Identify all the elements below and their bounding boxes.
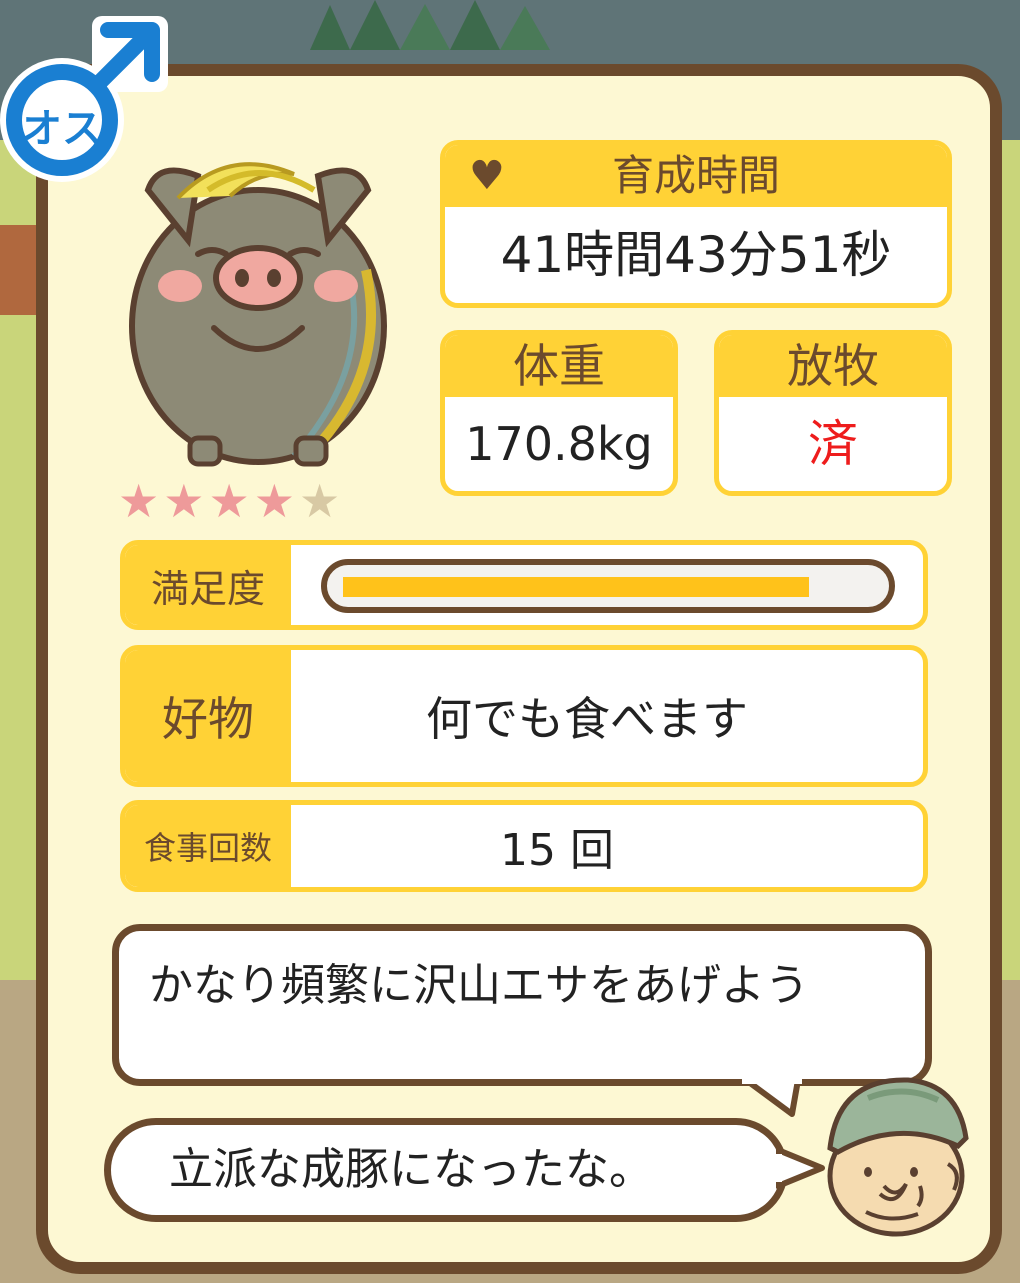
weight-value: 170.8kg bbox=[465, 417, 653, 471]
raise-time-value: 41時間43分51秒 bbox=[500, 226, 892, 284]
satisfaction-gauge-fill bbox=[343, 577, 809, 597]
grazing-box: 放牧 済 bbox=[714, 330, 952, 496]
raise-time-header: ♥ 育成時間 bbox=[445, 145, 947, 207]
meal-count-label: 食事回数 bbox=[125, 805, 291, 887]
advice-text: かなり頻繁に沢山エサをあげよう bbox=[149, 960, 809, 1011]
gender-label: オス bbox=[22, 106, 102, 152]
advice-bubble-tail bbox=[742, 1078, 802, 1117]
favorite-food-label: 好物 bbox=[125, 650, 291, 782]
advice-bubble: かなり頻繁に沢山エサをあげよう bbox=[112, 924, 932, 1086]
heart-icon: ♥ bbox=[469, 153, 505, 199]
raise-time-label: 育成時間 bbox=[611, 151, 780, 200]
pig-icon bbox=[129, 162, 387, 467]
star-icon: ★ bbox=[118, 474, 160, 528]
raise-time-box: ♥ 育成時間 41時間43分51秒 bbox=[440, 140, 952, 308]
satisfaction-label: 満足度 bbox=[125, 545, 291, 625]
farmer-quote-text: 立派な成豚になったな。 bbox=[169, 1144, 653, 1195]
satisfaction-row: 満足度 bbox=[120, 540, 928, 630]
star-icon: ★ bbox=[163, 474, 205, 528]
star-icon: ★ bbox=[208, 474, 250, 528]
meal-count-row: 食事回数 15 回 bbox=[120, 800, 928, 892]
favorite-food-value: 何でも食べます bbox=[426, 692, 748, 746]
farmer-face-icon bbox=[827, 1077, 969, 1237]
star-empty-icon: ★ bbox=[299, 474, 341, 528]
rating-stars: ★ ★ ★ ★ ★ bbox=[118, 476, 340, 526]
satisfaction-gauge bbox=[321, 559, 895, 613]
farmer-quote-bubble: 立派な成豚になったな。 bbox=[104, 1118, 788, 1222]
weight-box: 体重 170.8kg bbox=[440, 330, 678, 496]
weight-label: 体重 bbox=[445, 335, 673, 397]
grazing-label: 放牧 bbox=[719, 335, 947, 397]
grazing-value: 済 bbox=[808, 415, 858, 473]
forest-trees-decoration bbox=[310, 0, 550, 50]
favorite-food-row: 好物 何でも食べます bbox=[120, 645, 928, 787]
star-icon: ★ bbox=[253, 474, 295, 528]
meal-count-value: 15 回 bbox=[500, 825, 614, 876]
